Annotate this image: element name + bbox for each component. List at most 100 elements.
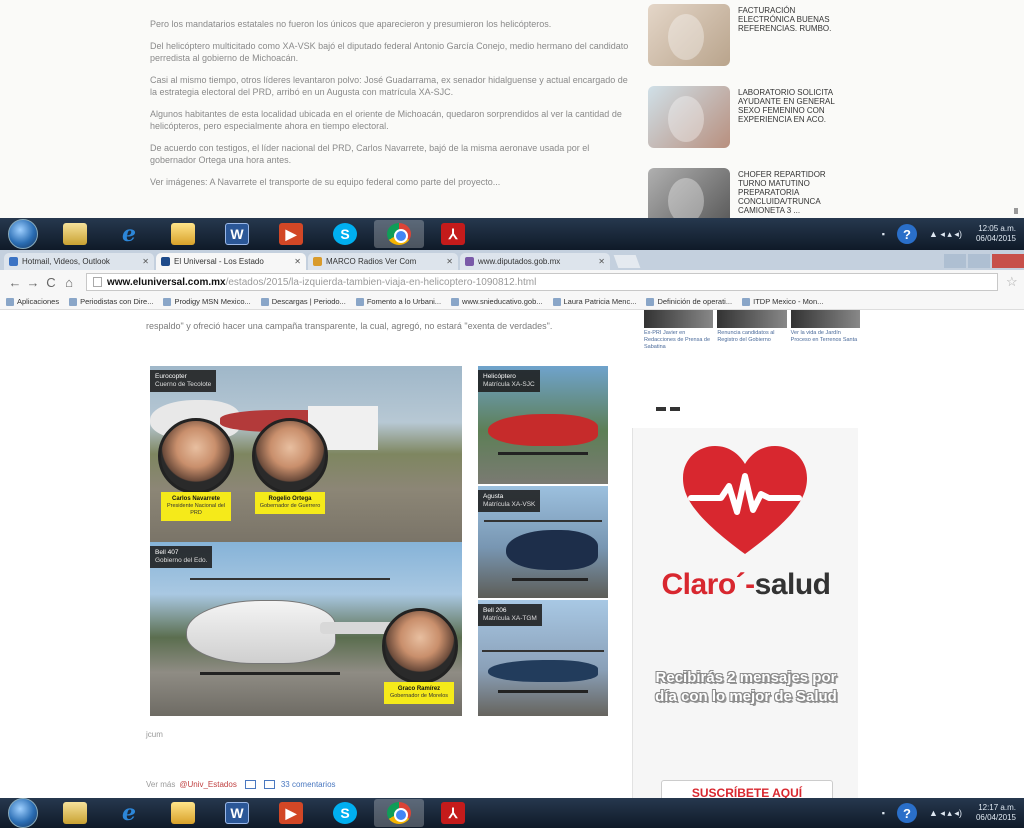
heart-icon [683,446,807,554]
browser-toolbar: ← → C ⌂ www.eluniversal.com.mx /estados/… [0,270,1024,294]
new-tab-button[interactable] [613,255,641,268]
helicopter-image [506,530,598,570]
classified-ad[interactable]: Laboratorio solicita ayudante en general… [648,86,1018,166]
browser-tab[interactable]: www.diputados.gob.mx ✕ [460,253,610,270]
page-icon [742,297,751,306]
tab-close-icon[interactable]: ✕ [598,257,605,266]
bookmark-apps[interactable]: Aplicaciones [6,297,59,306]
scrollbar-arrow[interactable] [1014,208,1018,214]
subscribe-button[interactable]: SUSCRÍBETE AQUÍ [661,780,833,798]
taskbar-skype[interactable]: S [320,799,370,827]
apps-icon [6,297,14,306]
bookmarks-bar: Aplicaciones Periodistas con Dire... Pro… [0,294,1024,310]
bookmark-item[interactable]: Definición de operati... [646,297,732,306]
clock-time: 12:05 a.m. [978,224,1016,233]
tab-close-icon[interactable]: ✕ [446,257,453,266]
tab-close-icon[interactable]: ✕ [294,257,301,266]
photo-helicopter-red: Helicóptero Matrícula XA-SJC [478,366,608,484]
taskbar-chrome[interactable] [374,220,424,248]
taskbar-explorer[interactable] [158,799,208,827]
portrait-photo [158,418,234,494]
system-clock[interactable]: 12:17 a.m. 06/04/2015 [976,803,1016,823]
tray-icons[interactable]: ▲ ◂ ▴ ◂) [929,229,962,240]
bookmark-item[interactable]: www.snieducativo.gob... [451,297,543,306]
taskbar-media[interactable]: ▶ [266,220,316,248]
system-clock[interactable]: 12:05 a.m. 06/04/2015 [976,224,1016,244]
taskbar-acrobat[interactable]: ⅄ [428,220,478,248]
twitter-handle-link[interactable]: @Univ_Estados [179,780,236,789]
print-icon[interactable] [263,780,275,789]
bookmark-item[interactable]: ITDP Mexico - Mon... [742,297,823,306]
taskbar-skype[interactable]: S [320,220,370,248]
taskbar-ie[interactable]: e [104,220,154,248]
close-window-button[interactable] [992,254,1024,268]
home-icon[interactable]: ⌂ [60,275,78,290]
taskbar-ie[interactable]: e [104,799,154,827]
article-paragraph: De acuerdo con testigos, el líder nacion… [150,143,590,165]
bookmark-star-icon[interactable]: ☆ [1006,274,1024,290]
article-paragraph: Del helicóptero multicitado como XA-VSK … [150,41,629,63]
minimize-button[interactable] [944,254,966,268]
taskbar-chrome[interactable] [374,799,424,827]
taskbar-word[interactable]: W [212,799,262,827]
system-tray: ▪ ? ▲ ◂ ▴ ◂) 12:05 a.m. 06/04/2015 [878,224,1024,244]
taskbar-explorer[interactable] [158,220,208,248]
tab-close-icon[interactable]: ✕ [142,257,149,266]
bookmark-item[interactable]: Descargas | Periodo... [260,297,346,306]
bookmark-item[interactable]: Periodistas con Dire... [69,297,153,306]
forward-arrow-icon[interactable]: → [24,275,42,290]
claro-salud-ad[interactable]: Claro´-salud Recibirás 2 mensajes por dí… [632,428,858,798]
taskbar-libraries[interactable] [50,220,100,248]
browser-tab[interactable]: MARCO Radios Ver Com ✕ [308,253,458,270]
clock-date: 06/04/2015 [975,234,1016,243]
carousel-dots[interactable] [656,407,684,411]
photo-tag: Bell 206 Matrícula XA-TGM [478,604,542,626]
browser-tab[interactable]: Hotmail, Videos, Outlook ✕ [4,253,154,270]
page-icon [260,297,269,306]
photo-tag: Eurocopter Cuerno de Tecolote [150,370,217,392]
back-arrow-icon[interactable]: ← [6,275,24,290]
page-icon [93,277,102,287]
internet-explorer-icon: e [122,800,136,826]
tray-flag-icon[interactable]: ▪ [882,808,885,818]
media-player-icon: ▶ [279,802,303,824]
related-item[interactable]: Renuncia candidatos al Registro del Gobi… [717,310,787,370]
share-prefix: Ver más [146,780,176,789]
bookmark-item[interactable]: Prodigy MSN Mexico... [163,297,251,306]
related-item[interactable]: Ver la vida de Jardín Proceso en Terreno… [790,310,860,370]
skype-icon: S [333,223,357,245]
ad-text: Laboratorio solicita ayudante en general… [738,88,835,124]
start-button[interactable] [8,798,38,828]
taskbar-acrobat[interactable]: ⅄ [428,799,478,827]
tray-flag-icon[interactable]: ▪ [882,229,885,239]
taskbar-word[interactable]: W [212,220,262,248]
address-bar[interactable]: www.eluniversal.com.mx /estados/2015/la-… [86,273,998,291]
reload-icon[interactable]: C [42,275,60,290]
tab-favicon [161,257,170,266]
chrome-icon [387,802,411,824]
page-icon [163,297,172,306]
related-news: Ex-PRI Javier en Redacciones de Prensa d… [644,310,864,370]
taskbar-media[interactable]: ▶ [266,799,316,827]
tab-title: MARCO Radios Ver Com [326,257,417,266]
email-icon[interactable] [244,780,256,789]
taskbar-libraries[interactable] [50,799,100,827]
maximize-button[interactable] [968,254,990,268]
internet-explorer-icon: e [122,221,136,247]
top-article-section: Pero los mandatarios estatales no fueron… [0,0,1024,230]
help-icon[interactable]: ? [896,224,917,244]
help-icon[interactable]: ? [896,803,917,823]
browser-tab-active[interactable]: El Universal - Los Estado ✕ [156,253,306,270]
photo-tag: Bell 407 Gobierno del Edo. [150,546,213,568]
classified-ad[interactable]: Facturación electrónica buenas referenci… [648,4,1018,84]
acrobat-icon: ⅄ [441,802,465,824]
tab-favicon [465,257,474,266]
bookmark-item[interactable]: Laura Patricia Menc... [552,297,636,306]
bookmark-item[interactable]: Fomento a lo Urbani... [355,297,441,306]
start-button[interactable] [8,219,38,249]
related-item[interactable]: Ex-PRI Javier en Redacciones de Prensa d… [644,310,714,370]
ad-thumbnail [648,86,730,148]
media-player-icon: ▶ [279,223,303,245]
comments-link[interactable]: 33 comentarios [281,780,336,789]
tray-icons[interactable]: ▲ ◂ ▴ ◂) [929,808,962,819]
